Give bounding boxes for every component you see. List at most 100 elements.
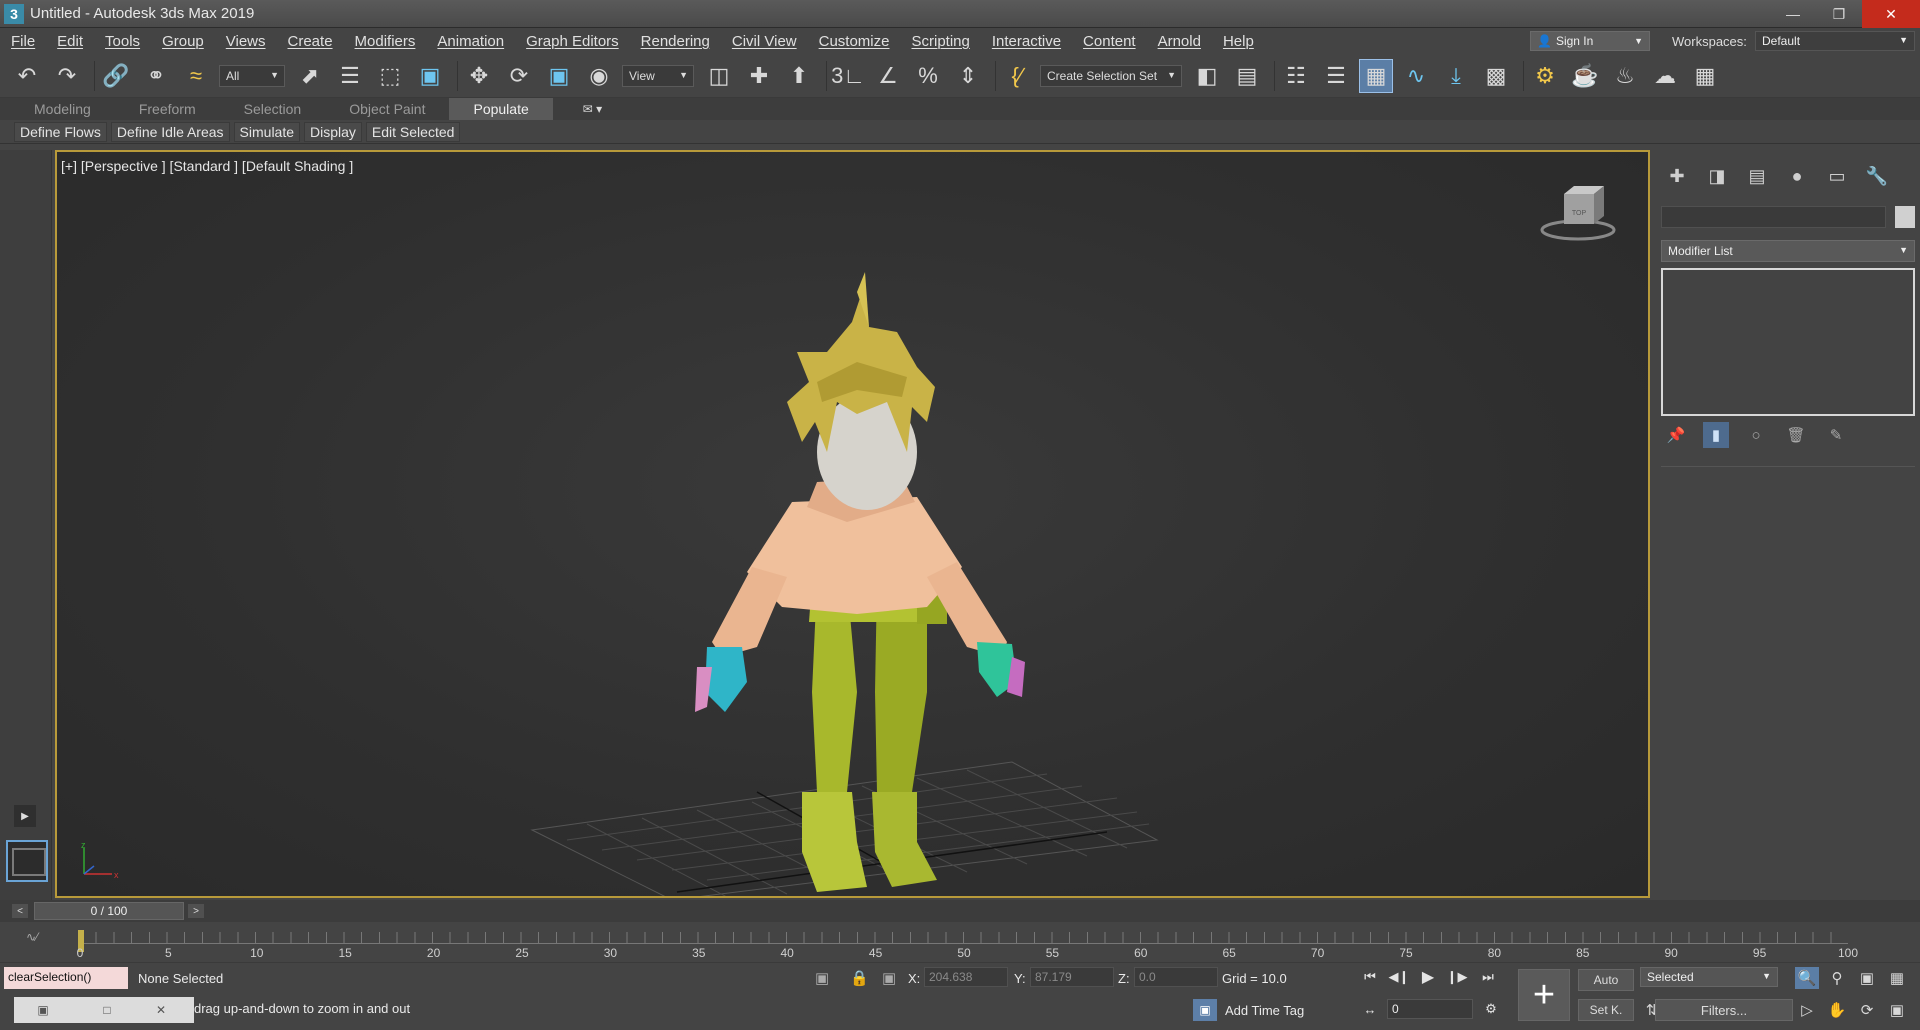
menu-file[interactable]: File [0,33,46,50]
set-keys-button[interactable]: + [1518,969,1570,1021]
tab-freeform[interactable]: Freeform [115,98,220,120]
configure-modifier-sets-icon[interactable]: ✎ [1823,422,1849,448]
make-unique-icon[interactable]: ○ [1743,422,1769,448]
rectangular-selection-icon[interactable]: ⬚ [373,59,407,93]
modifier-list-dropdown[interactable]: Modifier List ▼ [1661,240,1915,262]
close-mini-icon[interactable]: ✕ [136,1001,186,1019]
auto-key-button[interactable]: Auto [1578,969,1634,991]
define-idle-areas-button[interactable]: Define Idle Areas [110,121,230,142]
current-frame-field[interactable]: 0 [1387,999,1473,1019]
field-of-view-icon[interactable]: ▷ [1795,999,1819,1021]
named-selection-set-dropdown[interactable]: Create Selection Set ▼ [1040,64,1182,87]
y-coordinate-field[interactable]: 87.179 [1030,967,1114,987]
restore-mini-icon[interactable]: □ [82,1001,132,1019]
align-icon[interactable]: ▤ [1230,59,1264,93]
place-icon[interactable]: ◉ [582,59,616,93]
maximize-viewport-icon[interactable]: ▣ [1885,999,1909,1021]
toggle-ribbon-icon[interactable]: ▦ [1359,58,1393,93]
menu-content[interactable]: Content [1072,33,1147,50]
viewcube[interactable]: TOP [1538,182,1618,245]
set-key-button[interactable]: Set K. [1578,999,1634,1021]
menu-animation[interactable]: Animation [426,33,515,50]
rendered-frame-window-icon[interactable]: ☕ [1568,59,1602,93]
menu-edit[interactable]: Edit [46,33,94,50]
menu-customize[interactable]: Customize [808,33,901,50]
tab-selection[interactable]: Selection [220,98,326,120]
snaps-toggle-icon[interactable]: 3∟ [831,59,865,93]
menu-rendering[interactable]: Rendering [630,33,721,50]
object-color-swatch[interactable] [1895,206,1915,228]
toggle-layer-explorer-icon[interactable]: ☰ [1319,59,1353,93]
zoom-extents-icon[interactable]: ▣ [1855,967,1879,989]
menu-graph-editors[interactable]: Graph Editors [515,33,630,50]
object-name-field[interactable] [1661,206,1886,228]
window-crossing-icon[interactable]: ▣ [413,59,447,93]
toggle-scene-explorer-icon[interactable]: ☷ [1279,59,1313,93]
keyboard-shortcut-override-icon[interactable]: ⬆ [782,59,816,93]
next-key-icon[interactable]: ❙▶ [1444,967,1470,987]
prev-frame-button[interactable]: < [12,904,28,918]
select-object-icon[interactable]: ⬈ [293,59,327,93]
go-to-start-icon[interactable]: ⏮ [1357,967,1383,987]
z-coordinate-field[interactable]: 0.0 [1134,967,1218,987]
reference-coordinate-dropdown[interactable]: View ▼ [622,64,694,87]
show-end-result-icon[interactable]: ▮ [1703,422,1729,448]
close-icon[interactable]: ✕ [1862,0,1920,28]
edit-selected-button[interactable]: Edit Selected [365,121,461,142]
absolute-mode-icon[interactable]: ▣ [882,969,896,987]
sign-in-button[interactable]: 👤 Sign In ▼ [1530,31,1650,51]
remove-modifier-icon[interactable]: 🗑 [1783,422,1809,448]
pan-view-icon[interactable]: ✋ [1825,999,1849,1021]
pin-stack-icon[interactable]: 📌 [1663,422,1689,448]
modify-tab-icon[interactable]: ◨ [1701,162,1733,190]
menu-create[interactable]: Create [277,33,344,50]
pivot-center-icon[interactable]: ◫ [702,59,736,93]
schematic-view-icon[interactable]: ⤓ [1439,59,1473,93]
define-flows-button[interactable]: Define Flows [14,121,107,142]
display-button[interactable]: Display [304,121,362,142]
bind-space-warp-icon[interactable]: ≈ [179,59,213,93]
tab-populate[interactable]: Populate [449,98,553,120]
time-configuration-icon[interactable]: ⚙ [1478,999,1504,1019]
zoom-icon[interactable]: 🔍 [1795,967,1819,989]
select-by-name-icon[interactable]: ☰ [333,59,367,93]
unlink-icon[interactable]: ⚭ [139,59,173,93]
motion-tab-icon[interactable]: ● [1781,162,1813,190]
simulate-button[interactable]: Simulate [233,121,301,142]
percent-snap-icon[interactable]: % [911,59,945,93]
render-production-icon[interactable]: ♨ [1608,59,1642,93]
time-slider-knob[interactable]: 0 / 100 [34,902,184,920]
select-manipulate-icon[interactable]: ✚ [742,59,776,93]
add-time-tag-button[interactable]: Add Time Tag [1225,1003,1304,1018]
zoom-extents-all-icon[interactable]: ▦ [1885,967,1909,989]
angle-snap-icon[interactable]: ∠ [871,59,905,93]
hierarchy-tab-icon[interactable]: ▤ [1741,162,1773,190]
mini-curve-editor-icon[interactable]: ∿⁄ [26,930,38,944]
selection-lock-icon[interactable]: 🔒 [850,969,869,987]
menu-group[interactable]: Group [151,33,215,50]
maxscript-listener[interactable]: clearSelection() [4,967,128,989]
render-setup-icon[interactable]: ⚙ [1528,59,1562,93]
menu-interactive[interactable]: Interactive [981,33,1072,50]
tab-modeling[interactable]: Modeling [10,98,115,120]
spinner-snap-icon[interactable]: ⇕ [951,59,985,93]
menu-help[interactable]: Help [1212,33,1265,50]
display-tab-icon[interactable]: ▭ [1821,162,1853,190]
restore-icon[interactable]: ❐ [1816,0,1862,28]
create-tab-icon[interactable]: ✚ [1661,162,1693,190]
utilities-tab-icon[interactable]: 🔧 [1861,162,1893,190]
menu-civil-view[interactable]: Civil View [721,33,808,50]
workspaces-select[interactable]: Default ▼ [1755,31,1915,51]
app-mini-icon[interactable]: ▣ [18,1001,68,1019]
zoom-all-icon[interactable]: ⚲ [1825,967,1849,989]
viewport-layout-thumbnail[interactable] [6,840,48,882]
next-frame-button[interactable]: > [188,904,204,918]
app-logo-icon[interactable]: 3 [4,3,24,24]
autodesk-a360-gallery-icon[interactable]: ▦ [1688,59,1722,93]
redo-icon[interactable]: ↷ [50,59,84,93]
go-to-end-icon[interactable]: ⏭ [1475,967,1501,987]
ribbon-options-icon[interactable]: ✉ ▾ [583,102,602,116]
undo-icon[interactable]: ↶ [10,59,44,93]
curve-editor-icon[interactable]: ∿ [1399,59,1433,93]
modifier-stack[interactable] [1661,268,1915,416]
